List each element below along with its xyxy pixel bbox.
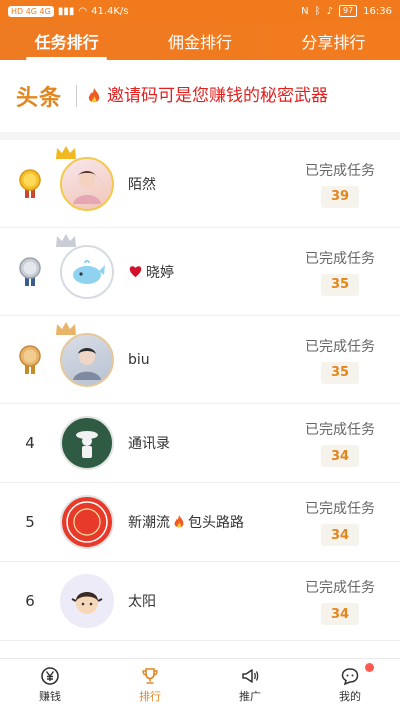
- network-indicator: HD 4G 4G: [8, 5, 54, 17]
- banner-divider: [76, 85, 78, 107]
- nav-label: 赚钱: [39, 689, 61, 703]
- avatar-portrait-icon: [73, 170, 101, 204]
- yen-icon: [41, 666, 59, 685]
- bottom-nav: 赚钱 排行 推广 我的: [0, 658, 400, 710]
- user-name: 太阳: [128, 594, 156, 610]
- banner-text: 邀请码可是您赚钱的秘密武器: [107, 86, 329, 106]
- signal-icon: ▮▮▮: [57, 5, 75, 17]
- nav-label: 推广: [239, 689, 261, 703]
- wifi-icon: ◠: [78, 5, 88, 17]
- nav-promote[interactable]: 推广: [200, 659, 300, 710]
- tab-commission-ranking[interactable]: 佣金排行: [133, 22, 266, 60]
- avatar: [60, 244, 114, 299]
- tab-task-ranking[interactable]: 任务排行: [0, 22, 133, 60]
- nav-label: 排行: [139, 689, 161, 703]
- trophy-icon: [142, 667, 158, 684]
- task-count: 35: [321, 273, 359, 296]
- whale-avatar-icon: [73, 259, 105, 284]
- status-bar: HD 4G 4G ▮▮▮ ◠ 41.4K/s N ᛒ ♪ 97 16:36: [0, 0, 400, 22]
- user-name: 陌然: [128, 176, 156, 193]
- seal-avatar-icon: [66, 501, 108, 543]
- avatar: [60, 416, 114, 470]
- clock: 16:36: [363, 5, 392, 17]
- nav-earn[interactable]: 赚钱: [0, 659, 100, 710]
- avatar: [60, 574, 114, 628]
- network-speed: 41.4K/s: [91, 5, 129, 17]
- heart-icon: [129, 266, 142, 278]
- task-label: 已完成任务: [305, 422, 375, 438]
- notification-badge: [365, 663, 374, 672]
- task-count: 39: [321, 185, 359, 208]
- user-name: biu: [128, 351, 150, 368]
- mute-icon: ♪: [326, 5, 333, 17]
- user-name: 晓婷: [146, 264, 174, 281]
- avatar: [60, 495, 114, 549]
- fire-icon: [174, 515, 184, 528]
- ranking-row[interactable]: 4 通讯录 已完成任务 34: [0, 404, 400, 483]
- task-count: 34: [321, 524, 359, 546]
- ranking-row[interactable]: 6 太阳 已完成任务 34: [0, 562, 400, 641]
- tab-share-ranking[interactable]: 分享排行: [267, 22, 400, 60]
- nfc-icon: N: [301, 5, 309, 17]
- task-count: 34: [321, 445, 359, 467]
- silver-medal-icon: [19, 256, 41, 286]
- chat-icon: [341, 667, 359, 685]
- nav-ranking[interactable]: 排行: [100, 659, 200, 710]
- fire-icon: [88, 88, 100, 103]
- nav-mine[interactable]: 我的: [300, 659, 400, 710]
- crown-icon: [56, 321, 76, 335]
- ranking-row[interactable]: 晓婷 已完成任务 35: [0, 228, 400, 316]
- megaphone-icon: [242, 668, 259, 683]
- invite-banner[interactable]: 头条 邀请码可是您赚钱的秘密武器: [0, 60, 400, 140]
- user-name: 通讯录: [128, 436, 170, 452]
- cartoon-avatar-icon: [71, 592, 103, 614]
- rank-number: 4: [25, 434, 35, 452]
- task-label: 已完成任务: [305, 338, 375, 355]
- ranking-row[interactable]: 5 新潮流 包头路路 已完成任务 34: [0, 483, 400, 562]
- toutiao-logo: 头条: [16, 85, 63, 111]
- battery-indicator: 97: [338, 5, 358, 17]
- avatar: [60, 156, 114, 211]
- ranking-row[interactable]: biu 已完成任务 35: [0, 316, 400, 404]
- user-name: 新潮流: [128, 515, 170, 531]
- figure-avatar-icon: [76, 431, 98, 458]
- task-label: 已完成任务: [305, 501, 375, 517]
- task-label: 已完成任务: [305, 250, 375, 267]
- rank-number: 5: [25, 513, 35, 531]
- ranking-list: 陌然 已完成任务 39 晓婷 已完成任务 35 biu 已完成任务 35 4 通…: [0, 140, 400, 641]
- ranking-tabs: 任务排行 佣金排行 分享排行: [0, 22, 400, 60]
- task-count: 35: [321, 361, 359, 384]
- rank-number: 6: [25, 592, 35, 610]
- user-name-suffix: 包头路路: [188, 515, 244, 531]
- crown-icon: [56, 145, 76, 159]
- task-label: 已完成任务: [305, 162, 375, 179]
- avatar: [60, 332, 114, 387]
- task-label: 已完成任务: [305, 580, 375, 596]
- task-count: 34: [321, 603, 359, 625]
- ranking-row[interactable]: 陌然 已完成任务 39: [0, 140, 400, 228]
- nav-label: 我的: [339, 689, 361, 703]
- avatar-portrait-icon: [73, 347, 101, 380]
- bronze-medal-icon: [19, 344, 41, 374]
- crown-icon: [56, 233, 76, 247]
- gold-medal-icon: [19, 168, 41, 198]
- bluetooth-icon: ᛒ: [314, 5, 321, 17]
